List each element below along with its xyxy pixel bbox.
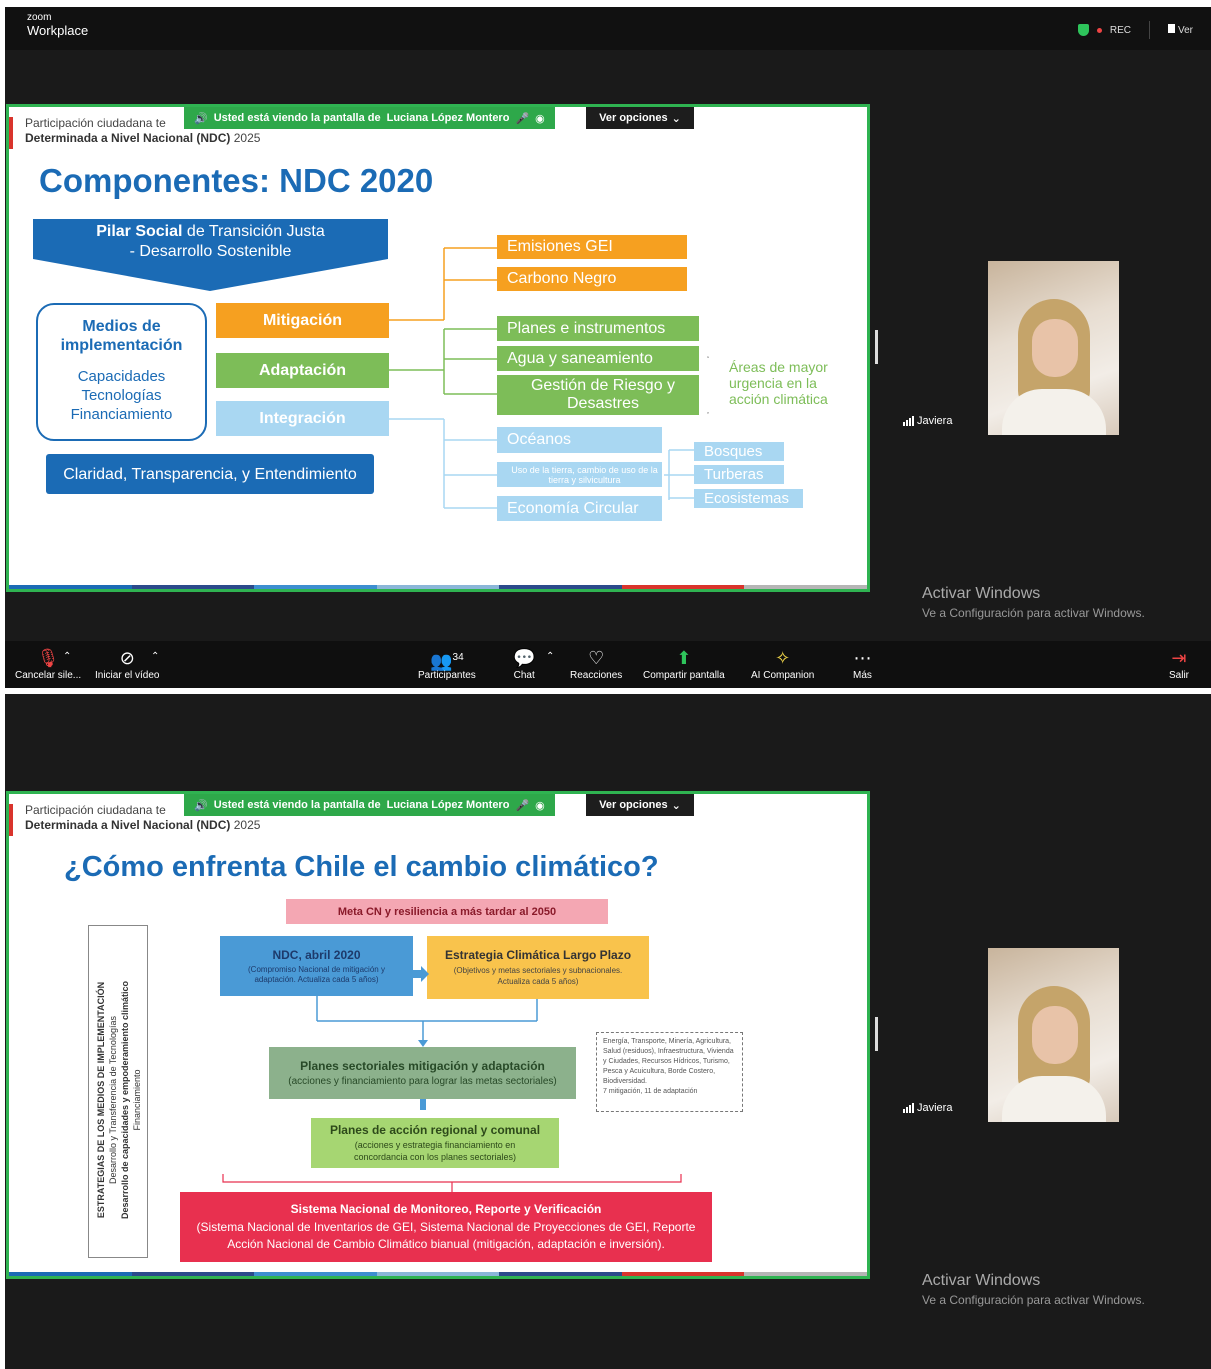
chevron-down-icon: ⌄ — [671, 799, 681, 812]
chat-button[interactable]: 💬 Chat — [513, 646, 535, 681]
slide-footer-strip — [9, 585, 867, 589]
video-off-icon: ⊘ — [119, 648, 135, 668]
participant-video[interactable] — [988, 948, 1119, 1122]
gestion-riesgo-box: Gestión de Riesgo y Desastres — [497, 375, 699, 415]
split-handle[interactable] — [875, 330, 878, 364]
turberas-box: Turberas — [694, 465, 784, 484]
leave-button[interactable]: ⇥ Salir — [1169, 646, 1189, 681]
uso-tierra-box: Uso de la tierra, cambio de uso de la ti… — [497, 462, 662, 487]
planes-sectoriales-box: Planes sectoriales mitigación y adaptaci… — [269, 1047, 576, 1099]
meeting-toolbar: 🎙 Cancelar sile... ⌃ ⊘ Iniciar el vídeo ⌃ … — [5, 641, 1211, 688]
more-button[interactable]: ⋯ Más — [853, 646, 872, 681]
signal-icon — [903, 416, 914, 426]
mitigacion-box: Mitigación — [216, 303, 389, 338]
oceanos-box: Océanos — [497, 427, 662, 453]
flow-connectors — [316, 966, 538, 1110]
leave-icon: ⇥ — [1171, 648, 1187, 668]
shared-slide: Participación ciudadana te Determinada a… — [6, 791, 870, 1279]
zoom-logo: zoom Workplace — [27, 12, 89, 38]
view-icon — [1167, 24, 1175, 33]
mic-options-chevron[interactable]: ⌃ — [63, 651, 71, 662]
signal-icon — [903, 1103, 914, 1113]
share-screen-icon: ⬆ — [676, 648, 692, 668]
chevron-up-icon: ⌃ — [151, 651, 160, 662]
integracion-box: Integración — [216, 401, 389, 436]
rec-label: REC — [1109, 24, 1131, 36]
security-shield-icon[interactable] — [1077, 24, 1089, 36]
zoom-window-2: Participación ciudadana te Determinada a… — [5, 694, 1211, 1369]
meta-cn-box: Meta CN y resiliencia a más tardar al 20… — [286, 899, 608, 924]
speaker-icon: 🔊 — [194, 799, 208, 812]
share-screen-button[interactable]: ⬆ Compartir pantalla — [643, 646, 725, 681]
ecosistemas-box: Ecosistemas — [694, 489, 803, 508]
agua-saneamiento-box: Agua y saneamiento — [497, 346, 699, 371]
areas-urgencia-label: Áreas de mayor urgencia en la acción cli… — [729, 359, 828, 407]
chat-options-chevron[interactable]: ⌃ — [546, 651, 554, 662]
split-handle[interactable] — [875, 1017, 878, 1051]
ai-companion-button[interactable]: ✧ AI Companion — [751, 646, 814, 681]
muted-mic-icon: 🎤 — [515, 112, 530, 125]
start-video-button[interactable]: ⊘ Iniciar el vídeo — [95, 646, 159, 681]
planes-instrumentos-box: Planes e instrumentos — [497, 316, 699, 341]
slide-title: ¿Cómo enfrenta Chile el cambio climático… — [64, 851, 659, 883]
record-dot-icon — [1096, 27, 1102, 33]
shared-slide: Participación ciudadana te Determinada a… — [6, 104, 870, 592]
chevron-down-icon: ⌄ — [671, 112, 681, 125]
claridad-box: Claridad, Transparencia, y Entendimiento — [46, 454, 374, 494]
slide-footer-strip — [9, 1272, 867, 1276]
sectores-note: Energía, Transporte, Minería, Agricultur… — [596, 1032, 743, 1112]
more-icon: ⋯ — [853, 648, 872, 668]
reactions-button[interactable]: ♡ Reacciones — [570, 646, 622, 681]
view-button[interactable]: Ver — [1167, 24, 1193, 36]
activate-windows-watermark: Activar Windows Ve a Configuración para … — [922, 585, 1145, 620]
participants-button[interactable]: 👥34 Participantes — [418, 646, 476, 681]
participant-video[interactable] — [988, 261, 1119, 435]
view-options-button[interactable]: Ver opciones ⌄ — [586, 107, 694, 129]
economia-circular-box: Economía Circular — [497, 496, 662, 521]
record-icon: ◉ — [535, 799, 545, 812]
muted-mic-icon: 🎤 — [515, 799, 530, 812]
activate-windows-watermark: Activar Windows Ve a Configuración para … — [922, 1272, 1145, 1307]
emisiones-gei-box: Emisiones GEI — [497, 235, 687, 259]
participants-icon: 👥34 — [430, 651, 464, 671]
slide-title: Componentes: NDC 2020 — [39, 162, 434, 199]
medios-box: Medios de implementación Capacidades Tec… — [36, 303, 207, 441]
video-options-chevron[interactable]: ⌃ — [151, 651, 159, 662]
heart-icon: ♡ — [588, 648, 605, 668]
mic-off-icon: 🎙 — [36, 648, 60, 668]
title-bar: zoom Workplace REC Ver — [5, 7, 1211, 50]
pilar-social-text: Pilar Social de Transición Justa - Desar… — [96, 223, 325, 260]
record-icon: ◉ — [535, 112, 545, 125]
sistema-nacional-box: Sistema Nacional de Monitoreo, Reporte y… — [180, 1192, 712, 1262]
share-banner: 🔊 Usted está viendo la pantalla de Lucia… — [184, 794, 555, 816]
sparkle-icon: ✧ — [775, 648, 791, 668]
share-banner: 🔊 Usted está viendo la pantalla de Lucia… — [184, 107, 555, 129]
carbono-negro-box: Carbono Negro — [497, 267, 687, 291]
adaptacion-box: Adaptación — [216, 353, 389, 388]
medios-vertical-box: ESTRATEGIAS DE LOS MEDIOS DE IMPLEMENTAC… — [88, 925, 148, 1258]
chevron-up-icon: ⌃ — [63, 651, 72, 662]
speaker-icon: 🔊 — [194, 112, 208, 125]
participant-name: Javiera — [903, 415, 952, 427]
planes-regional-box: Planes de acción regional y comunal (acc… — [311, 1118, 559, 1168]
chevron-up-icon: ⌃ — [546, 651, 555, 662]
view-options-button[interactable]: Ver opciones ⌄ — [586, 794, 694, 816]
participant-name: Javiera — [903, 1102, 952, 1114]
bosques-box: Bosques — [694, 442, 784, 461]
chat-icon: 💬 — [513, 648, 536, 668]
zoom-window-1: zoom Workplace REC Ver Participación ciu… — [5, 7, 1211, 688]
